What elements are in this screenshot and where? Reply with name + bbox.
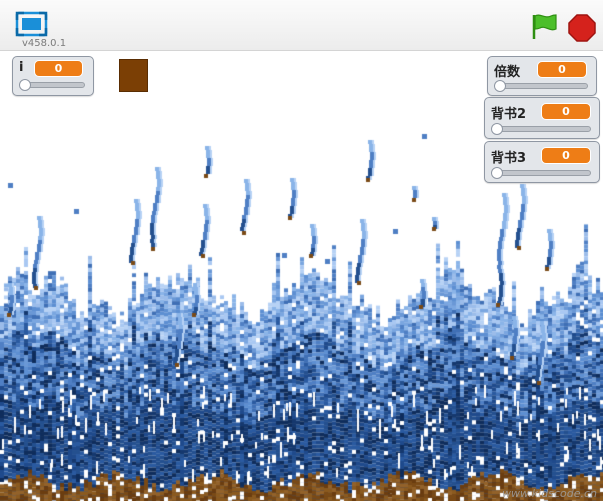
player-frame: v458.0.1 i 0 倍数 0 背书2 0 背书3 0 www.kidsco… <box>0 0 603 501</box>
player-toolbar: v458.0.1 <box>0 0 603 51</box>
monitor-slider[interactable] <box>491 123 591 135</box>
monitor-value: 0 <box>537 61 587 78</box>
monitor-label: 倍数 <box>494 65 521 80</box>
monitor-label: 背书3 <box>491 151 527 166</box>
variable-monitor-multiplier[interactable]: 倍数 0 <box>487 56 597 96</box>
brown-square-sprite[interactable] <box>119 59 148 92</box>
monitor-label: 背书2 <box>491 107 527 122</box>
monitor-slider[interactable] <box>491 167 591 179</box>
monitor-value: 0 <box>541 103 591 120</box>
watermark-text: www.kidscode.cn <box>502 487 597 500</box>
slider-knob[interactable] <box>491 123 503 135</box>
fullscreen-icon[interactable] <box>15 11 48 37</box>
variable-monitor-bg3[interactable]: 背书3 0 <box>484 141 600 183</box>
slider-knob[interactable] <box>491 167 503 179</box>
monitor-slider[interactable] <box>494 80 588 92</box>
monitor-value: 0 <box>541 147 591 164</box>
slider-knob[interactable] <box>19 79 31 91</box>
monitor-label: i <box>19 60 24 75</box>
green-flag-icon[interactable] <box>528 12 558 40</box>
variable-monitor-i[interactable]: i 0 <box>12 56 94 96</box>
monitor-value: 0 <box>34 60 83 77</box>
variable-monitor-bg2[interactable]: 背书2 0 <box>484 97 600 139</box>
stop-sign-icon[interactable] <box>568 14 596 42</box>
slider-knob[interactable] <box>494 80 506 92</box>
version-label: v458.0.1 <box>22 38 67 49</box>
monitor-slider[interactable] <box>19 79 85 91</box>
